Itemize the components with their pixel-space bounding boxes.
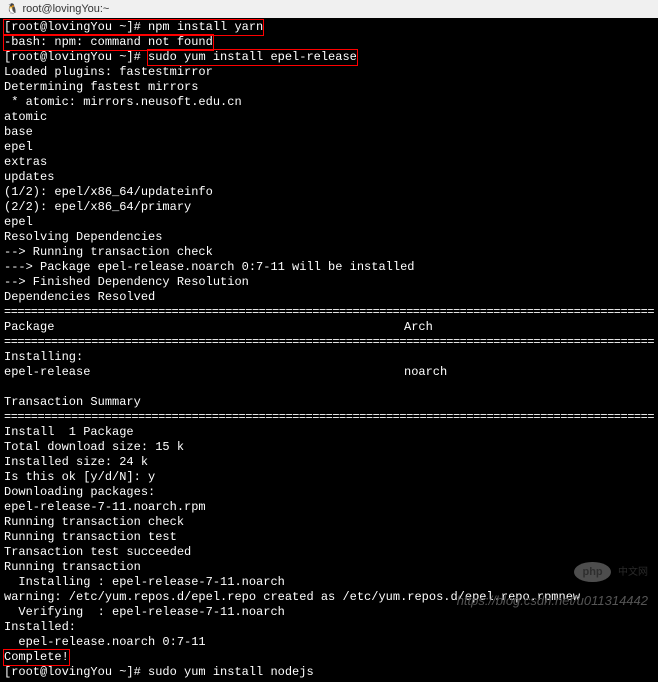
table-header: Package Arch (4, 320, 654, 335)
separator: ========================================… (4, 410, 654, 425)
terminal-icon: 🐧 (6, 4, 18, 15)
output-line: (1/2): epel/x86_64/updateinfo (4, 185, 654, 200)
command-text: npm install yarn (148, 20, 263, 34)
footer-url: https://blog.csdn.net/u011314442 (457, 593, 648, 608)
output-line: Is this ok [y/d/N]: y (4, 470, 654, 485)
output-line: --> Finished Dependency Resolution (4, 275, 654, 290)
output-line: (2/2): epel/x86_64/primary (4, 200, 654, 215)
output-line: extras (4, 155, 654, 170)
window-titlebar: 🐧 root@lovingYou:~ (0, 0, 658, 18)
prompt: [root@lovingYou ~]# (4, 20, 148, 34)
prompt: [root@lovingYou ~]# (4, 50, 148, 64)
complete-text: Complete! (4, 650, 69, 664)
output-line: Installing : epel-release-7-11.noarch (4, 575, 654, 590)
output-line: --> Running transaction check (4, 245, 654, 260)
col-header-package: Package (4, 320, 404, 335)
watermark-php-icon: php (574, 562, 610, 582)
output-line: Installed: (4, 620, 654, 635)
output-line: Loaded plugins: fastestmirror (4, 65, 654, 80)
summary-label: Transaction Summary (4, 395, 654, 410)
output-line: Running transaction test (4, 530, 654, 545)
watermark: php 中文网 (574, 562, 648, 582)
output-line: atomic (4, 110, 654, 125)
error-text: -bash: npm: command not found (4, 35, 213, 49)
output-line: Downloading packages: (4, 485, 654, 500)
terminal-output[interactable]: [root@lovingYou ~]# npm install yarn -ba… (0, 18, 658, 682)
output-line: Installed size: 24 k (4, 455, 654, 470)
install-count: Install 1 Package (4, 425, 654, 440)
highlight-cmd2: sudo yum install epel-release (147, 49, 358, 66)
output-line: Total download size: 15 k (4, 440, 654, 455)
output-line: ---> Package epel-release.noarch 0:7-11 … (4, 260, 654, 275)
pkg-name: epel-release (4, 365, 404, 380)
output-line: Running transaction check (4, 515, 654, 530)
separator: ========================================… (4, 335, 654, 350)
output-line: Determining fastest mirrors (4, 80, 654, 95)
output-line: Resolving Dependencies (4, 230, 654, 245)
col-header-arch: Arch (404, 320, 604, 335)
window-title: root@lovingYou:~ (22, 3, 109, 15)
output-line: epel-release-7-11.noarch.rpm (4, 500, 654, 515)
highlight-complete: Complete! (3, 649, 70, 666)
installing-label: Installing: (4, 350, 654, 365)
watermark-text: 中文网 (618, 567, 648, 578)
output-line: epel (4, 215, 654, 230)
command-text: sudo yum install epel-release (148, 50, 357, 64)
prompt-line: [root@lovingYou ~]# sudo yum install nod… (4, 665, 654, 680)
output-line: epel-release.noarch 0:7-11 (4, 635, 654, 650)
pkg-arch: noarch (404, 365, 604, 380)
output-line: base (4, 125, 654, 140)
table-row: epel-release noarch (4, 365, 654, 380)
output-line: epel (4, 140, 654, 155)
output-line: Dependencies Resolved (4, 290, 654, 305)
output-line: * atomic: mirrors.neusoft.edu.cn (4, 95, 654, 110)
output-line: Transaction test succeeded (4, 545, 654, 560)
output-line: updates (4, 170, 654, 185)
separator: ========================================… (4, 305, 654, 320)
output-line: Running transaction (4, 560, 654, 575)
